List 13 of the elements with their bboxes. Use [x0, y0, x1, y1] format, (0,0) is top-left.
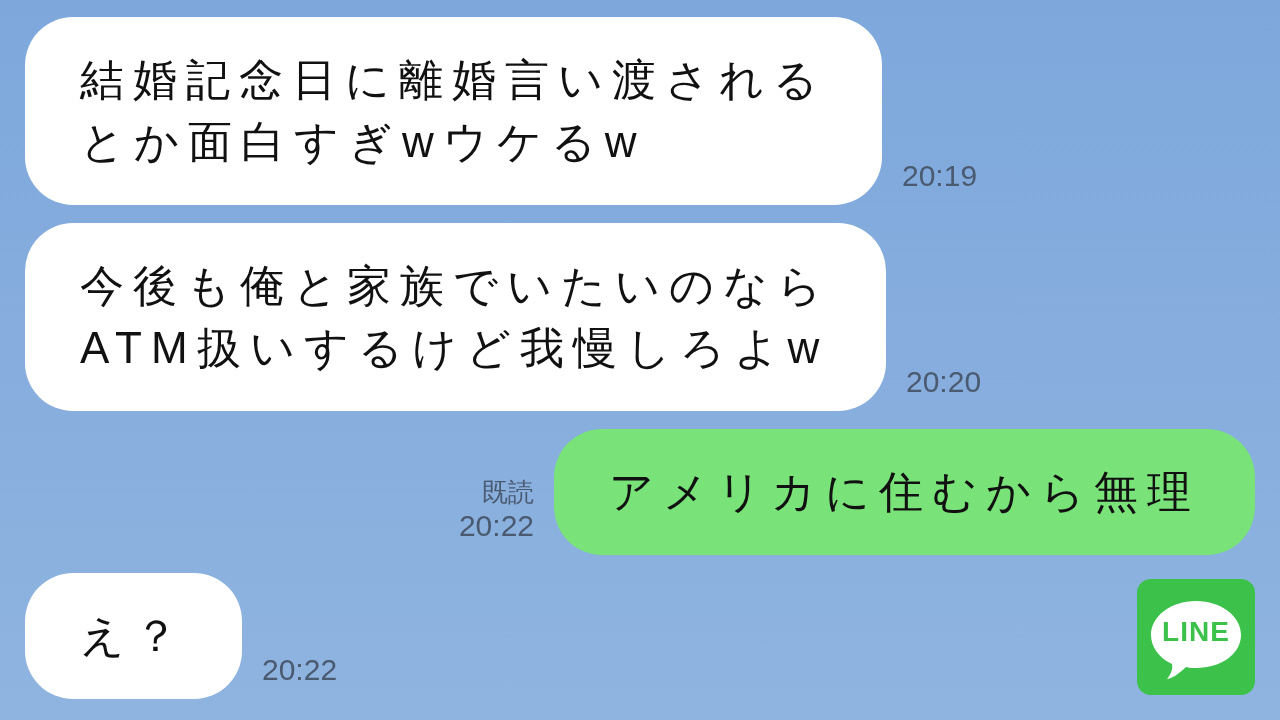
message-time: 20:20 [906, 365, 982, 399]
speech-bubble-icon [1149, 599, 1243, 681]
message-text: 今後も俺と家族でいたいのなら [80, 260, 831, 312]
message-time: 20:19 [902, 159, 978, 193]
message-text: 結婚記念日に離婚言い渡される [80, 54, 827, 106]
logo-text: LINE [1162, 615, 1230, 649]
read-receipt: 既読 [482, 476, 534, 509]
message-text: え？ [80, 610, 187, 662]
message-time: 20:22 [458, 509, 534, 543]
message-text: アメリカに住むから無理 [609, 466, 1200, 518]
message-time: 20:22 [262, 653, 338, 687]
message-text: とか面白すぎwウケるw [80, 116, 647, 168]
message-text: ATM扱いするけど我慢しろよw [80, 322, 830, 374]
